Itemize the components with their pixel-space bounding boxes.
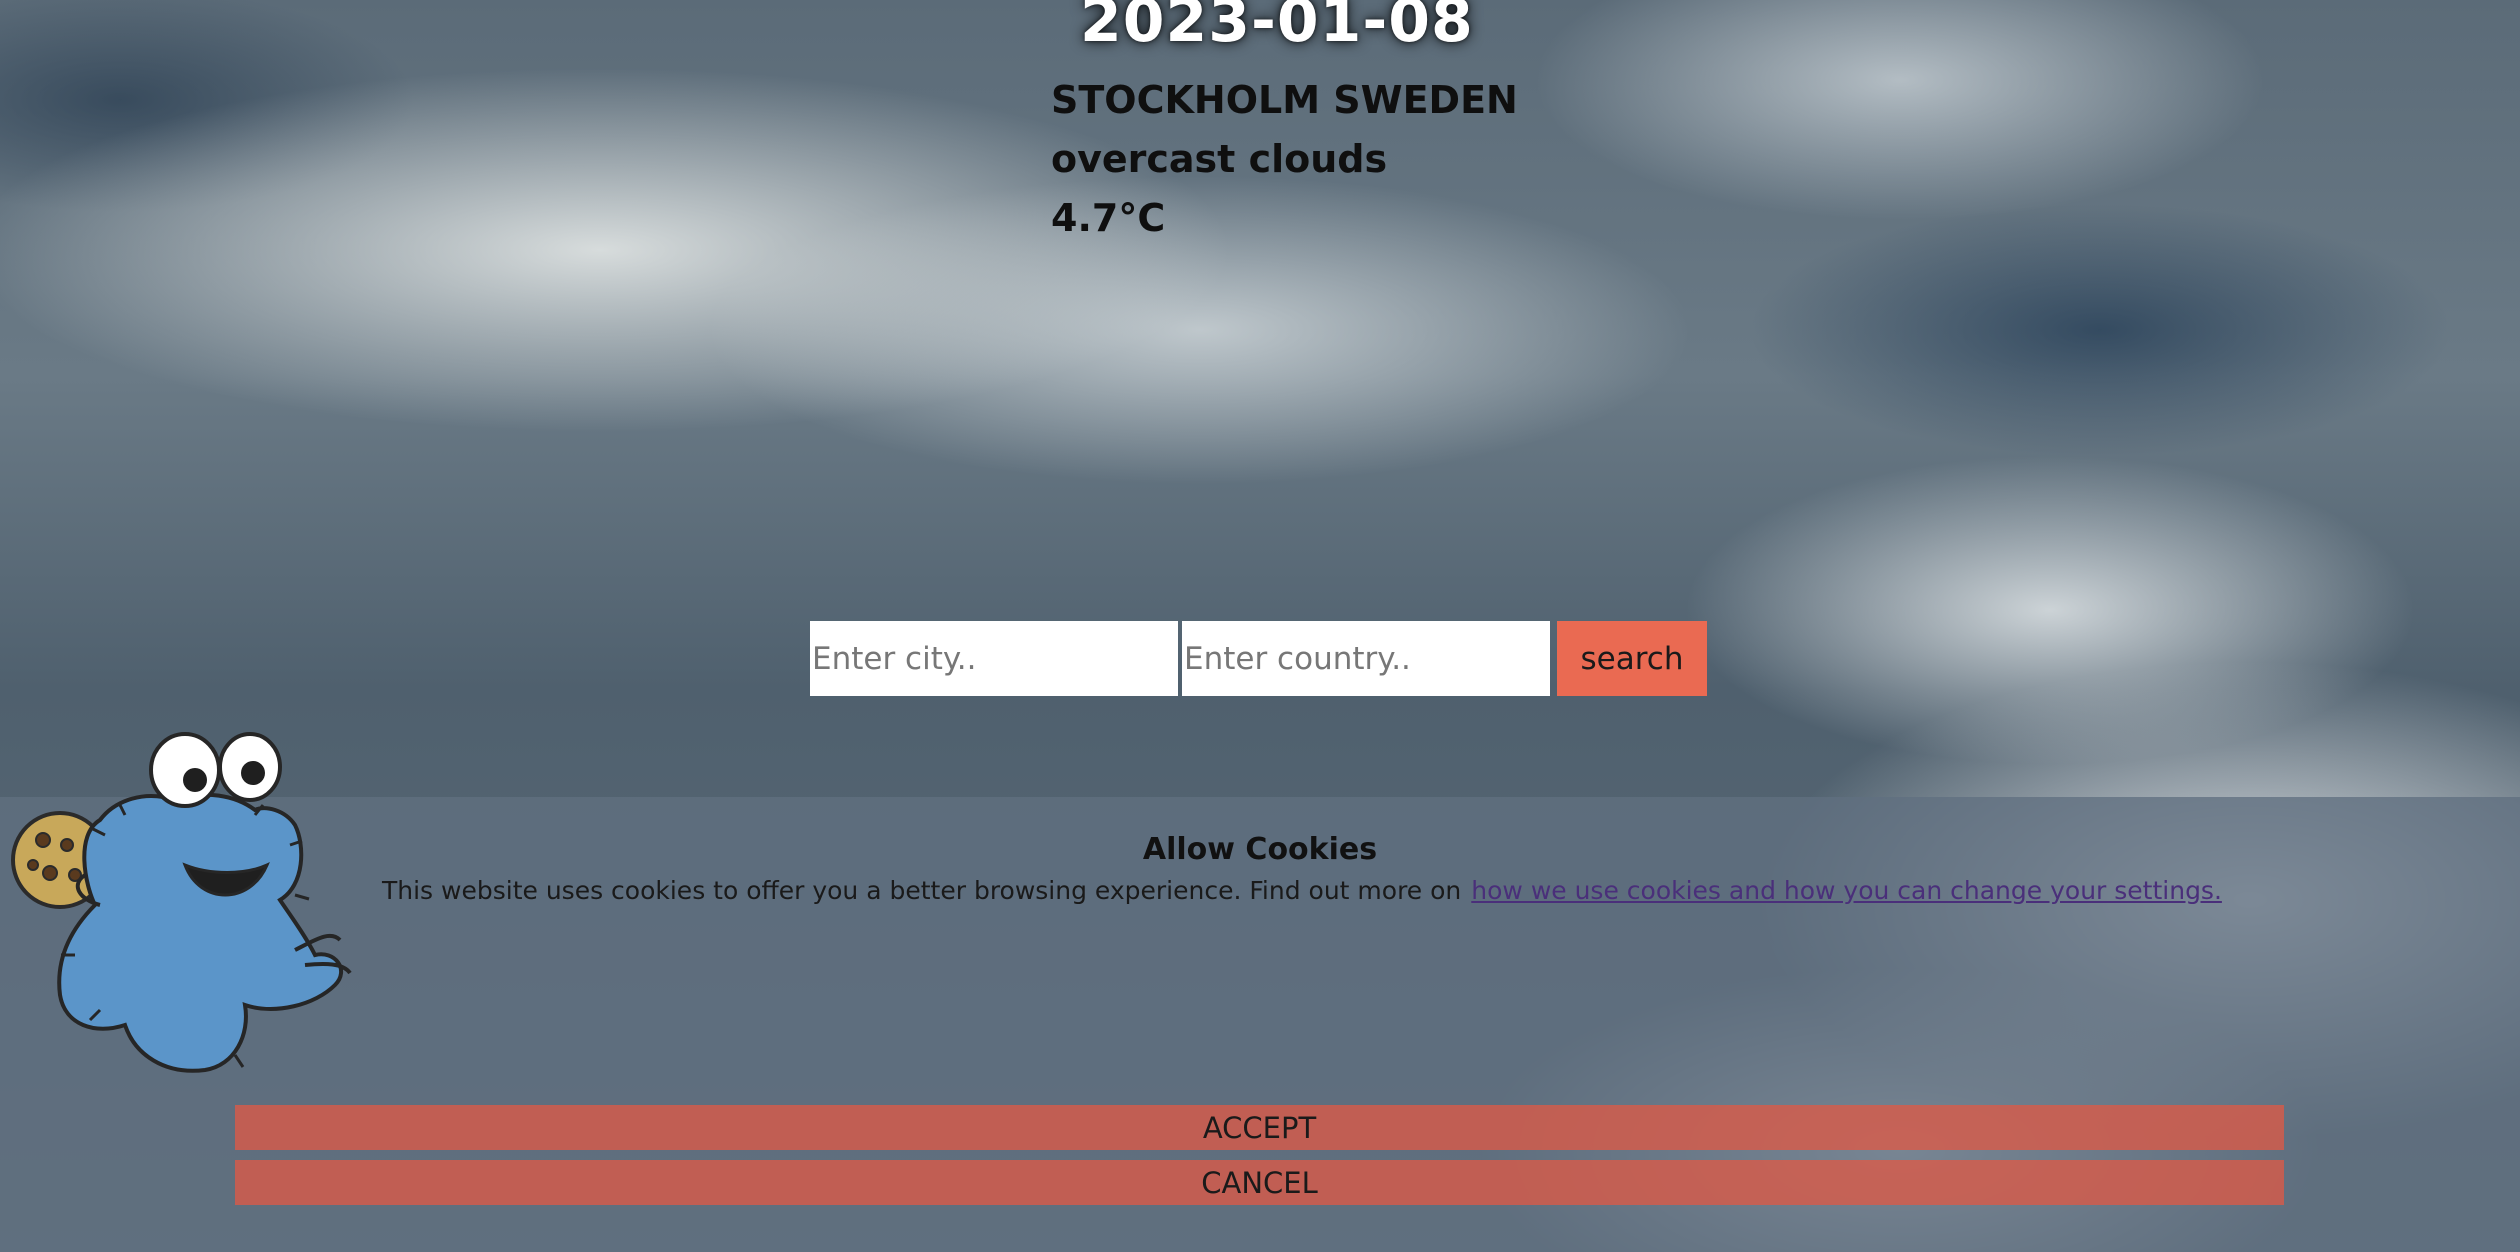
search-button[interactable]: search	[1557, 621, 1707, 696]
accept-button[interactable]: ACCEPT	[235, 1105, 2284, 1150]
temperature-value: 4.7°C	[1051, 196, 1166, 240]
cookie-text: This website uses cookies to offer you a…	[382, 876, 2222, 905]
cookie-title: Allow Cookies	[1142, 832, 1378, 867]
search-form: search	[810, 621, 1707, 696]
cookie-settings-link[interactable]: how we use cookies and how you can chang…	[1471, 876, 2222, 905]
cookie-monster-icon	[11, 732, 352, 1073]
location-label: STOCKHOLM SWEDEN	[1051, 78, 1518, 122]
cancel-button[interactable]: CANCEL	[235, 1160, 2284, 1205]
date-title: 2023-01-08	[1080, 0, 1474, 56]
country-input[interactable]	[1182, 621, 1550, 696]
page-background: 2023-01-08 STOCKHOLM SWEDEN overcast clo…	[0, 0, 2520, 1252]
weather-description: overcast clouds	[1051, 137, 1388, 181]
cookie-text-body: This website uses cookies to offer you a…	[382, 876, 1462, 905]
city-input[interactable]	[810, 621, 1178, 696]
